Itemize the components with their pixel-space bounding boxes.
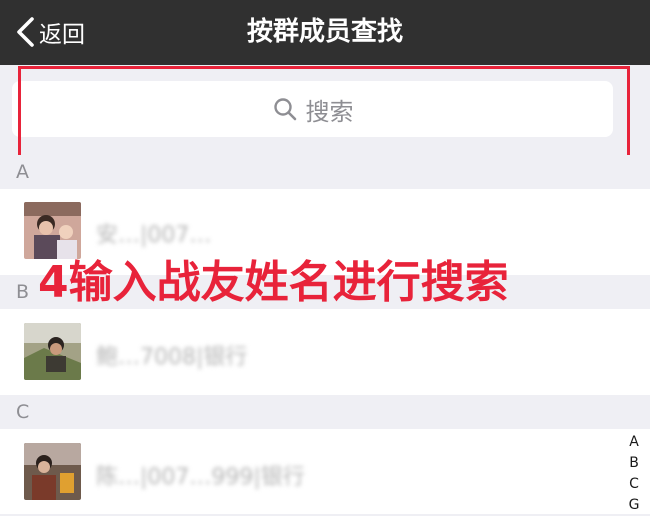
section-header-c: C: [0, 395, 650, 429]
avatar: [24, 202, 81, 259]
list-item[interactable]: 陈…|007…999|银行: [0, 429, 650, 514]
index-item-c[interactable]: C: [624, 474, 644, 495]
section-header-a: A: [0, 155, 650, 189]
index-item-g[interactable]: G: [624, 495, 644, 516]
member-name: 鲍…7008|银行: [96, 345, 248, 370]
navigation-bar: 返回 按群成员查找: [0, 0, 650, 65]
search-placeholder: 搜索: [305, 97, 354, 126]
section-header-b: B: [0, 275, 650, 309]
alphabet-index[interactable]: A B C G: [624, 432, 644, 516]
search-icon: [273, 98, 296, 121]
page-title: 按群成员查找: [246, 17, 403, 47]
list-item[interactable]: 鲍…7008|银行: [0, 309, 650, 395]
avatar: [24, 323, 81, 380]
back-button[interactable]: 返回: [14, 14, 85, 50]
member-name: 安…|007…: [96, 223, 212, 248]
avatar: [24, 443, 81, 500]
list-item[interactable]: 安…|007…: [0, 189, 650, 275]
chevron-left-icon: [17, 17, 34, 47]
back-label: 返回: [39, 22, 85, 48]
index-item-a[interactable]: A: [624, 432, 644, 453]
member-name: 陈…|007…999|银行: [96, 465, 305, 490]
search-input[interactable]: 搜索: [12, 81, 613, 137]
search-area: 搜索: [0, 65, 650, 155]
index-item-b[interactable]: B: [624, 453, 644, 474]
